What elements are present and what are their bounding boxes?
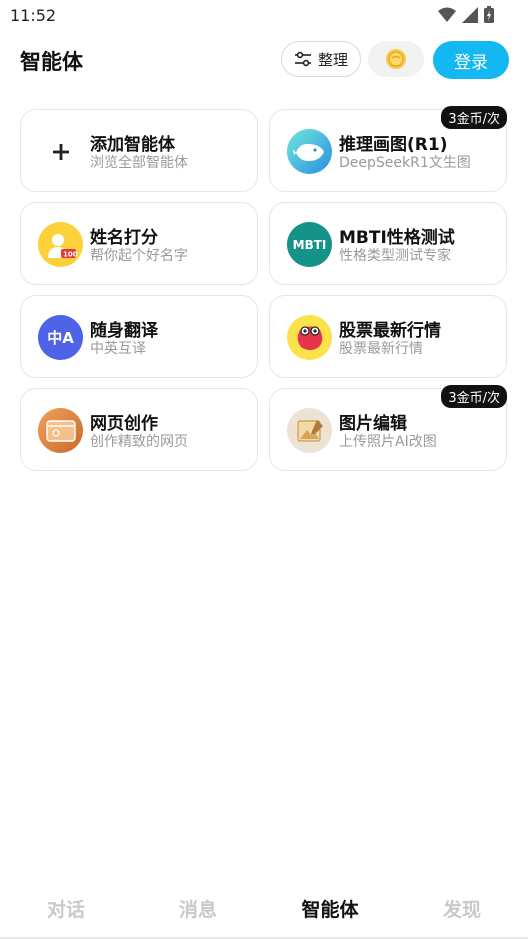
organize-label: 整理 xyxy=(317,50,348,69)
translate-icon: 中A xyxy=(38,315,83,360)
nav-tab-messages[interactable]: 消息 xyxy=(132,877,264,939)
agent-card-mbti[interactable]: MBTI MBTI性格测试 性格类型测试专家 xyxy=(269,202,507,285)
image-edit-icon xyxy=(287,408,332,453)
webpage-icon xyxy=(38,408,83,453)
card-subtitle: 股票最新行情 xyxy=(339,341,423,357)
card-subtitle: 帮你起个好名字 xyxy=(90,248,188,264)
header: 智能体 整理 登录 xyxy=(0,40,528,80)
status-bar: 11:52 xyxy=(0,0,528,32)
agent-card-name-score[interactable]: 100 姓名打分 帮你起个好名字 xyxy=(20,202,258,285)
price-badge: 3金币/次 xyxy=(441,385,507,408)
bottom-nav: 对话 消息 智能体 发现 xyxy=(0,877,528,939)
card-subtitle: 中英互译 xyxy=(90,341,146,357)
name-score-icon: 100 xyxy=(38,222,83,267)
card-subtitle: 浏览全部智能体 xyxy=(90,155,188,171)
translate-icon-text: 中A xyxy=(47,329,74,347)
organize-button[interactable]: 整理 xyxy=(281,41,361,77)
nav-tab-chat[interactable]: 对话 xyxy=(0,877,132,939)
sliders-icon xyxy=(294,51,311,67)
svg-text:100: 100 xyxy=(63,250,78,258)
stock-mascot-icon xyxy=(287,315,332,360)
signal-icon xyxy=(462,6,478,23)
nav-tab-discover[interactable]: 发现 xyxy=(396,877,528,939)
agent-card-translate[interactable]: 中A 随身翻译 中英互译 xyxy=(20,295,258,378)
agent-card-webpage[interactable]: 网页创作 创作精致的网页 xyxy=(20,388,258,471)
plus-icon xyxy=(38,129,83,174)
card-subtitle: 性格类型测试专家 xyxy=(339,248,451,264)
page-title: 智能体 xyxy=(20,50,83,74)
deepseek-whale-icon xyxy=(287,129,332,174)
status-icons xyxy=(438,6,494,23)
coin-button[interactable] xyxy=(368,41,424,77)
nav-tab-agents[interactable]: 智能体 xyxy=(264,877,396,939)
agent-card-image-edit[interactable]: 图片编辑 上传照片AI改图 3金币/次 xyxy=(269,385,507,471)
card-subtitle: DeepSeekR1文生图 xyxy=(339,155,471,171)
mbti-icon-text: MBTI xyxy=(292,237,327,252)
mbti-icon: MBTI xyxy=(287,222,332,267)
status-time: 11:52 xyxy=(10,6,57,25)
card-subtitle: 上传照片AI改图 xyxy=(339,434,437,450)
agent-card-stock[interactable]: 股票最新行情 股票最新行情 xyxy=(269,295,507,378)
login-button[interactable]: 登录 xyxy=(433,41,509,79)
agent-card-add[interactable]: 添加智能体 浏览全部智能体 xyxy=(20,109,258,192)
coin-icon xyxy=(386,49,406,69)
card-subtitle: 创作精致的网页 xyxy=(90,434,188,450)
wifi-icon xyxy=(438,7,456,22)
battery-icon xyxy=(484,6,494,23)
agent-card-reasoning-draw[interactable]: 推理画图(R1) DeepSeekR1文生图 3金币/次 xyxy=(269,106,507,192)
price-badge: 3金币/次 xyxy=(441,106,507,129)
